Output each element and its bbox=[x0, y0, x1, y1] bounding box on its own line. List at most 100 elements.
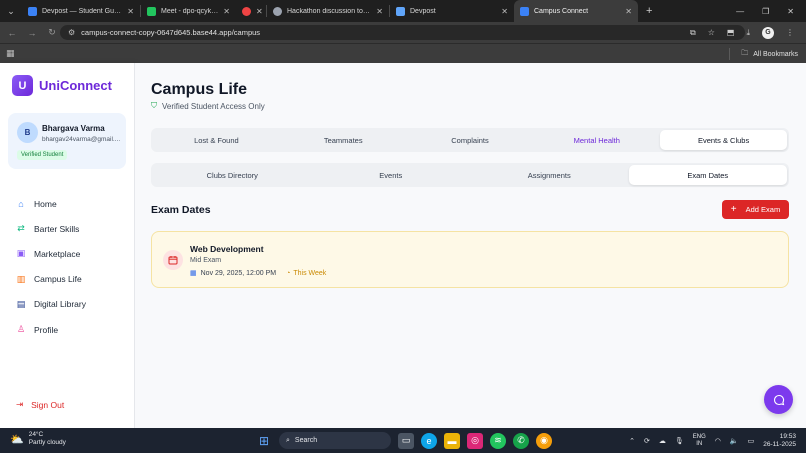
avatar: B bbox=[17, 122, 38, 143]
tab-complaints[interactable]: Complaints bbox=[407, 130, 534, 150]
file-explorer-icon[interactable]: ▬ bbox=[444, 432, 460, 449]
sidebar-item-barter-skills[interactable]: ⇄ Barter Skills bbox=[16, 216, 86, 241]
close-icon[interactable]: ✕ bbox=[223, 7, 230, 16]
minimize-icon[interactable]: — bbox=[736, 7, 744, 16]
chevron-up-icon[interactable]: ⌃ bbox=[629, 437, 635, 445]
chat-button[interactable] bbox=[764, 385, 793, 414]
apps-grid-icon[interactable]: ▦ bbox=[0, 48, 15, 59]
wifi-icon[interactable]: ◠ bbox=[715, 437, 721, 445]
browser-tab[interactable]: Devpost ✕ bbox=[390, 0, 514, 22]
taskbar: ⛅ 24°C Partly cloudy ⊞ ⌕ Search ▭ e ▬ ◎ … bbox=[0, 428, 806, 453]
page-title: Campus Life bbox=[151, 81, 248, 98]
bookmark-star-icon[interactable]: ☆ bbox=[708, 28, 715, 37]
tab-lost-found[interactable]: Lost & Found bbox=[153, 130, 280, 150]
all-bookmarks-button[interactable]: 🗀 All Bookmarks bbox=[729, 44, 798, 64]
browser-tab[interactable]: Hackathon discussion topics ✕ bbox=[267, 0, 389, 22]
building-icon: ▥ bbox=[16, 273, 26, 284]
sidebar-item-marketplace[interactable]: ▣ Marketplace bbox=[16, 241, 86, 266]
reload-icon[interactable]: ↻ bbox=[42, 27, 62, 38]
clock-time: 19:53 bbox=[779, 432, 796, 440]
tab-events-clubs[interactable]: Events & Clubs bbox=[660, 130, 787, 150]
exam-card[interactable]: Web Development Mid Exam ▦ Nov 29, 2025,… bbox=[151, 231, 789, 288]
shield-check-icon: ⛉ bbox=[151, 101, 157, 110]
close-icon[interactable]: ✕ bbox=[501, 7, 508, 16]
page-subtitle: ⛉ Verified Student Access Only bbox=[151, 101, 265, 111]
tab-teammates[interactable]: Teammates bbox=[280, 130, 407, 150]
primary-tabs: Lost & Found Teammates Complaints Mental… bbox=[151, 128, 789, 152]
new-tab-icon[interactable]: + bbox=[638, 5, 660, 17]
tab-assignments[interactable]: Assignments bbox=[470, 165, 629, 185]
sidebar-item-home[interactable]: ⌂ Home bbox=[16, 191, 86, 216]
tab-clubs-directory[interactable]: Clubs Directory bbox=[153, 165, 312, 185]
home-icon: ⌂ bbox=[18, 198, 24, 209]
close-icon[interactable]: ✕ bbox=[256, 7, 263, 16]
whatsapp-icon[interactable]: ✆ bbox=[513, 432, 529, 449]
edge-icon[interactable]: e bbox=[421, 432, 437, 449]
browser-tab[interactable]: Devpost — Student Guide for E ✕ bbox=[22, 0, 140, 22]
calendar-icon bbox=[163, 250, 183, 270]
exam-date-row: ▦ Nov 29, 2025, 12:00 PM ◔ This Week bbox=[190, 269, 327, 278]
close-icon[interactable]: ✕ bbox=[625, 7, 632, 16]
restore-icon[interactable]: ❐ bbox=[762, 7, 769, 16]
menu-icon[interactable]: ⋮ bbox=[786, 28, 794, 37]
profile-avatar-icon[interactable]: G bbox=[762, 26, 774, 39]
spotify-icon[interactable]: ≋ bbox=[490, 432, 506, 449]
sidebar-item-profile[interactable]: ♙ Profile bbox=[16, 317, 86, 342]
taskbar-search[interactable]: ⌕ Search bbox=[279, 432, 391, 449]
task-view-icon[interactable]: ▭ bbox=[398, 432, 414, 449]
system-tray: ⌃ ⟳ ☁ 🎙 ENG IN ◠ 🔈 ▭ 19:53 26-11-2025 bbox=[629, 428, 796, 453]
forward-icon[interactable]: → bbox=[22, 28, 42, 38]
language-indicator[interactable]: ENG IN bbox=[693, 434, 706, 448]
sidebar-item-digital-library[interactable]: ▤ Digital Library bbox=[16, 292, 86, 317]
tab-exam-dates[interactable]: Exam Dates bbox=[628, 165, 787, 185]
recording-favicon-icon bbox=[242, 6, 251, 16]
tab-title: Meet - dpo-qcyk-fah bbox=[161, 7, 219, 15]
onedrive-icon[interactable]: ☁ bbox=[659, 437, 666, 445]
back-icon[interactable]: ← bbox=[2, 28, 22, 38]
downloads-icon[interactable]: ⤓ bbox=[746, 28, 750, 38]
url-input[interactable]: ⚙ campus-connect-copy-0647d645.base44.ap… bbox=[60, 25, 745, 40]
language-top: ENG bbox=[692, 433, 706, 440]
language-bottom: IN bbox=[696, 440, 703, 447]
brand[interactable]: U UniConnect bbox=[12, 75, 112, 96]
sidebar-item-campus-life[interactable]: ▥ Campus Life bbox=[16, 267, 86, 292]
sidebar-item-label: Barter Skills bbox=[34, 223, 80, 234]
this-week-label: This Week bbox=[293, 269, 327, 277]
browser-tab[interactable]: ✕ bbox=[236, 0, 266, 22]
browser-tab-active[interactable]: Campus Connect ✕ bbox=[514, 0, 638, 22]
tab-events[interactable]: Events bbox=[312, 165, 471, 185]
tab-search-icon[interactable]: ⌄ bbox=[0, 0, 22, 22]
add-exam-button[interactable]: + Add Exam bbox=[722, 200, 789, 219]
sync-icon[interactable]: ⟳ bbox=[644, 437, 650, 445]
main-content: Campus Life ⛉ Verified Student Access On… bbox=[135, 63, 806, 428]
browser-tabbar: ⌄ Devpost — Student Guide for E ✕ Meet -… bbox=[0, 0, 806, 22]
search-icon: ⌕ bbox=[286, 436, 290, 444]
close-icon[interactable]: ✕ bbox=[376, 7, 383, 16]
close-icon[interactable]: ✕ bbox=[127, 7, 134, 16]
volume-icon[interactable]: 🔈 bbox=[730, 437, 739, 445]
sidebar: U UniConnect B Bhargava Varma bhargav24v… bbox=[0, 63, 135, 428]
sign-out-label: Sign Out bbox=[31, 399, 65, 410]
windows-start-icon[interactable]: ⊞ bbox=[256, 433, 272, 449]
microphone-icon[interactable]: 🎙 bbox=[675, 437, 684, 445]
install-app-icon[interactable]: ⧉ bbox=[690, 28, 696, 38]
battery-icon[interactable]: ▭ bbox=[748, 437, 755, 445]
sign-out-button[interactable]: ⇥ Sign Out bbox=[16, 399, 64, 410]
folder-icon: 🗀 bbox=[741, 49, 749, 57]
user-email: bhargav24varma@gmail.... bbox=[42, 136, 121, 143]
browser-tab[interactable]: Meet - dpo-qcyk-fah ✕ bbox=[141, 0, 236, 22]
extensions-icon[interactable]: ⬒ bbox=[727, 28, 735, 37]
chrome-icon[interactable]: ◉ bbox=[536, 432, 552, 449]
user-name: Bhargava Varma bbox=[42, 124, 105, 133]
taskbar-apps: ⊞ ⌕ Search ▭ e ▬ ◎ ≋ ✆ ◉ bbox=[256, 431, 552, 450]
weather-widget[interactable]: ⛅ 24°C Partly cloudy bbox=[10, 431, 66, 447]
close-window-icon[interactable]: ✕ bbox=[787, 7, 794, 16]
site-info-icon[interactable]: ⚙ bbox=[68, 28, 75, 37]
sidebar-item-label: Home bbox=[34, 198, 57, 209]
clock[interactable]: 19:53 26-11-2025 bbox=[763, 433, 796, 449]
swap-icon: ⇄ bbox=[17, 223, 25, 234]
instagram-icon[interactable]: ◎ bbox=[467, 432, 483, 449]
weather-cloud-icon: ⛅ bbox=[10, 433, 24, 446]
add-exam-label: Add Exam bbox=[745, 205, 781, 214]
tab-mental-health[interactable]: Mental Health bbox=[533, 130, 660, 150]
